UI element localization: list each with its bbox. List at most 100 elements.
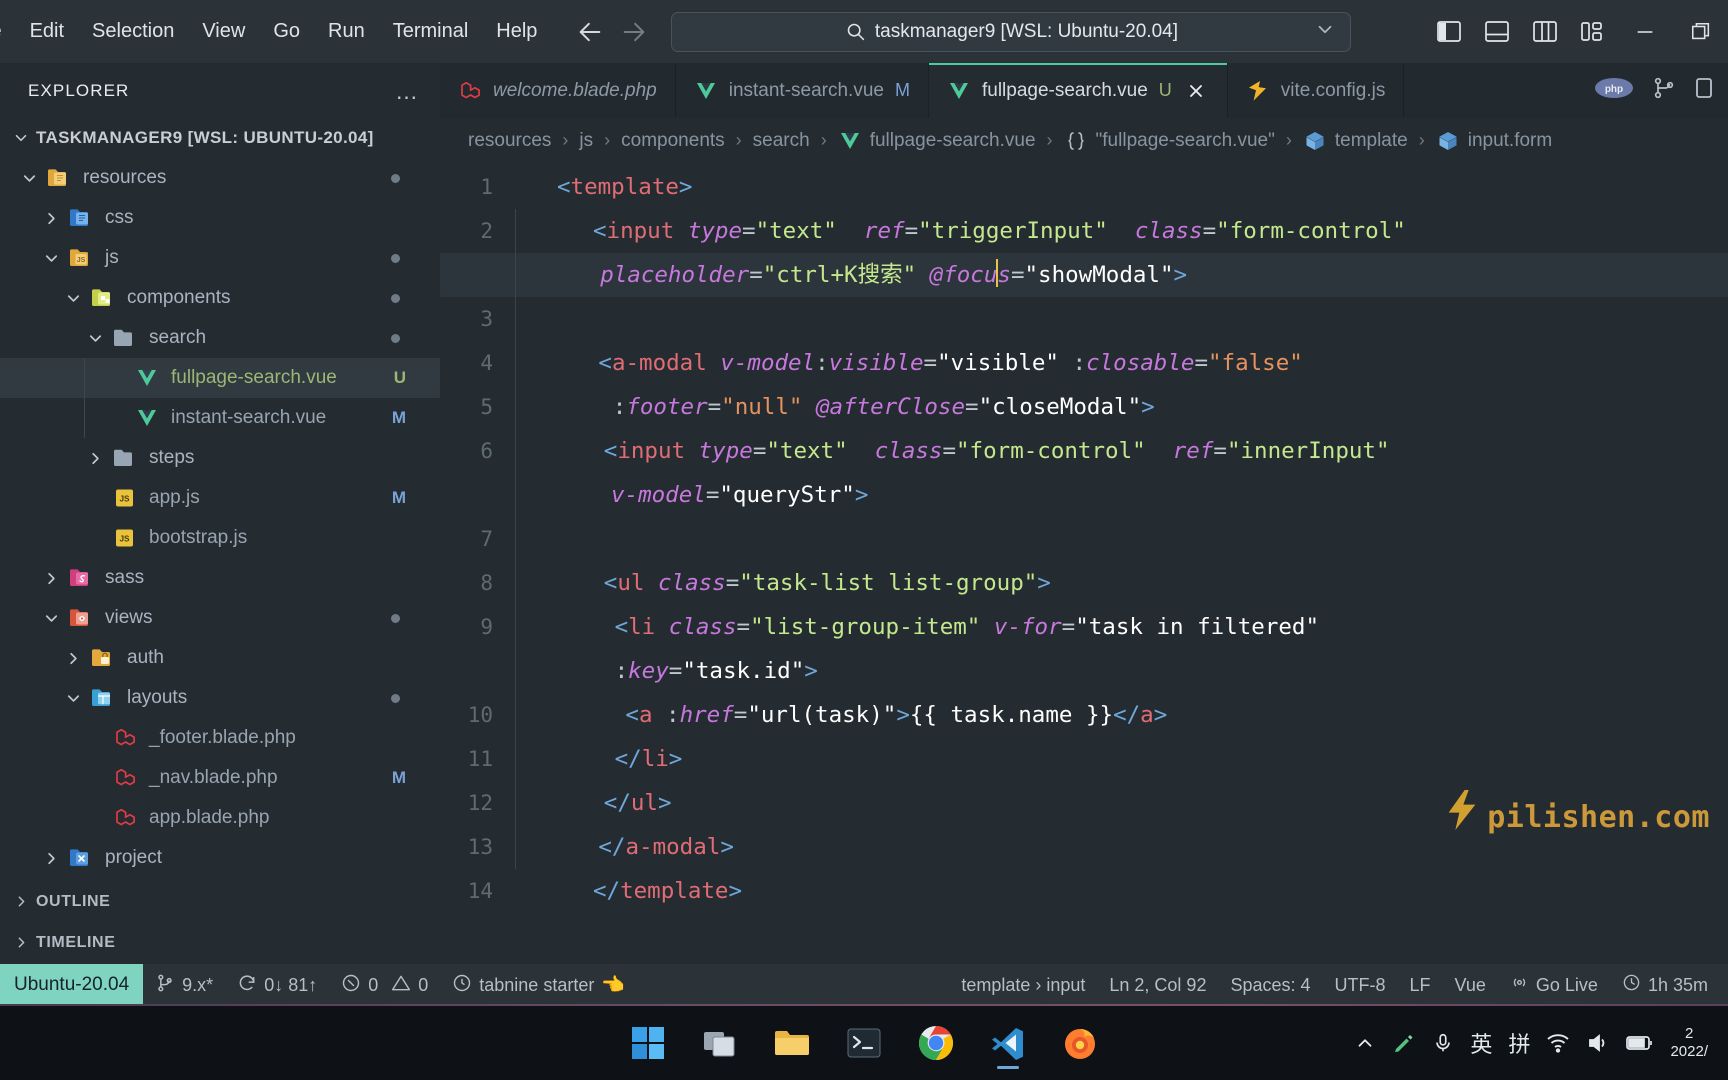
status-encoding[interactable]: UTF-8 xyxy=(1323,964,1398,1006)
status-indentation[interactable]: Spaces: 4 xyxy=(1218,964,1322,1006)
code-line-text[interactable]: </a-modal> xyxy=(515,825,1728,869)
split-editor-icon[interactable] xyxy=(1652,76,1676,105)
code-line-text[interactable]: </template> xyxy=(515,869,1728,913)
status-cursor-position[interactable]: Ln 2, Col 92 xyxy=(1097,964,1218,1006)
status-go-live[interactable]: Go Live xyxy=(1498,964,1610,1006)
breadcrumb-item[interactable]: fullpage-search.vue xyxy=(838,129,1036,153)
status-sync[interactable]: 0↓ 81↑ xyxy=(225,964,329,1006)
code-line-text[interactable]: <ul class="task-list list-group"> xyxy=(515,561,1728,605)
code-line-text[interactable] xyxy=(515,517,1728,561)
code-line-text[interactable]: :key="task.id"> xyxy=(515,649,1728,693)
breadcrumb-item[interactable]: "fullpage-search.vue" xyxy=(1064,129,1275,153)
code-editor[interactable]: 1 <template> 2 <input type="text" ref="trig… xyxy=(440,163,1728,963)
status-branch[interactable]: 9.x* xyxy=(143,964,225,1006)
sidebar-section-outline[interactable]: OUTLINE xyxy=(0,881,440,922)
editor-tab-fullpage-search-vue[interactable]: fullpage-search.vue U xyxy=(928,63,1228,118)
code-line-text[interactable]: <a :href="url(task)">{{ task.name }}</a> xyxy=(515,693,1728,737)
status-time-tracker[interactable]: 1h 35m xyxy=(1610,964,1720,1006)
code-line-text[interactable]: <a-modal v-model:visible="visible" :clos… xyxy=(515,341,1728,385)
arrow-right-icon[interactable] xyxy=(619,17,649,47)
task-view-icon[interactable] xyxy=(693,1016,747,1070)
chevron-down-icon[interactable] xyxy=(36,609,66,628)
toggle-primary-sidebar-icon[interactable] xyxy=(1434,19,1464,45)
status-editor-symbol[interactable]: template › input xyxy=(949,964,1097,1006)
chevron-up-icon[interactable] xyxy=(1354,1032,1376,1054)
tree-item-app-js[interactable]: JS app.js M xyxy=(0,478,440,518)
chevron-right-icon[interactable] xyxy=(36,209,66,228)
code-line-text[interactable] xyxy=(515,297,1728,341)
chevron-down-icon[interactable] xyxy=(80,329,110,348)
toggle-secondary-sidebar-icon[interactable] xyxy=(1530,19,1560,45)
tree-item-instant-search-vue[interactable]: instant-search.vue M xyxy=(0,398,440,438)
tree-item-footer-blade-php[interactable]: _footer.blade.php xyxy=(0,718,440,758)
menu-item-edit[interactable]: Edit xyxy=(16,14,78,49)
menu-item-selection[interactable]: Selection xyxy=(78,14,188,49)
chevron-right-icon[interactable] xyxy=(36,849,66,868)
quick-open-search[interactable]: taskmanager9 [WSL: Ubuntu-20.04] xyxy=(671,11,1352,52)
wifi-icon[interactable] xyxy=(1546,1032,1570,1054)
code-line-text[interactable]: <li class="list-group-item" v-for="task … xyxy=(515,605,1728,649)
breadcrumb-item[interactable]: search xyxy=(753,130,810,152)
chevron-down-icon[interactable] xyxy=(14,169,44,188)
tree-item-bootstrap-js[interactable]: JS bootstrap.js xyxy=(0,518,440,558)
editor-tab-instant-search-vue[interactable]: instant-search.vue M xyxy=(675,63,929,118)
menu-item-go[interactable]: Go xyxy=(259,14,314,49)
customize-layout-icon[interactable] xyxy=(1578,19,1608,45)
pen-icon[interactable] xyxy=(1392,1031,1416,1055)
code-line-text[interactable]: <input type="text" class="form-control" … xyxy=(515,429,1728,473)
chevron-right-icon[interactable] xyxy=(80,449,110,468)
tree-item-css[interactable]: css xyxy=(0,198,440,238)
volume-icon[interactable] xyxy=(1586,1032,1610,1054)
minimize-icon[interactable] xyxy=(1626,12,1664,52)
status-language-mode[interactable]: Vue xyxy=(1443,964,1498,1006)
windows-start-icon[interactable] xyxy=(621,1016,675,1070)
menu-item-view[interactable]: View xyxy=(188,14,259,49)
tree-item-project[interactable]: project xyxy=(0,838,440,878)
tree-item-search[interactable]: search xyxy=(0,318,440,358)
editor-tab-welcome-blade-php[interactable]: welcome.blade.php xyxy=(440,63,676,118)
code-line-text[interactable]: placeholder="ctrl+K搜索" @focus="showModal… xyxy=(515,253,1728,297)
arrow-left-icon[interactable] xyxy=(575,17,605,47)
ime-mode-indicator[interactable]: 拼 xyxy=(1508,1027,1530,1059)
more-actions-icon[interactable] xyxy=(1694,76,1714,105)
menu-item-le[interactable]: le xyxy=(0,14,16,49)
tree-item-nav-blade-php[interactable]: _nav.blade.php M xyxy=(0,758,440,798)
file-explorer-icon[interactable] xyxy=(765,1016,819,1070)
breadcrumb-item[interactable]: js xyxy=(579,130,593,152)
php-badge-icon[interactable]: php xyxy=(1594,77,1634,104)
sidebar-section-timeline[interactable]: TIMELINE xyxy=(0,922,440,963)
breadcrumb-item[interactable]: components xyxy=(621,130,725,152)
ime-language-indicator[interactable]: 英 xyxy=(1470,1027,1492,1059)
tree-item-fullpage-search-vue[interactable]: fullpage-search.vue U xyxy=(0,358,440,398)
editor-tab-vite-config-js[interactable]: vite.config.js xyxy=(1227,63,1405,118)
chrome-icon[interactable] xyxy=(909,1016,963,1070)
workspace-root-row[interactable]: TASKMANAGER9 [WSL: UBUNTU-20.04] xyxy=(0,118,440,158)
tree-item-steps[interactable]: steps xyxy=(0,438,440,478)
chevron-right-icon[interactable] xyxy=(58,649,88,668)
tree-item-sass[interactable]: sass xyxy=(0,558,440,598)
toggle-panel-icon[interactable] xyxy=(1482,19,1512,45)
code-line-text[interactable]: v-model="queryStr"> xyxy=(515,473,1728,517)
tree-item-views[interactable]: views xyxy=(0,598,440,638)
status-eol[interactable]: LF xyxy=(1398,964,1443,1006)
tree-item-resources[interactable]: resources xyxy=(0,158,440,198)
breadcrumb-item[interactable]: resources xyxy=(468,130,551,152)
chevron-down-icon[interactable] xyxy=(36,249,66,268)
firefox-icon[interactable] xyxy=(1053,1016,1107,1070)
terminal-icon[interactable] xyxy=(837,1016,891,1070)
code-line-text[interactable]: </li> xyxy=(515,737,1728,781)
status-problems[interactable]: 0 0 xyxy=(329,964,440,1006)
chevron-down-icon[interactable] xyxy=(58,689,88,708)
tree-item-auth[interactable]: auth xyxy=(0,638,440,678)
vscode-icon[interactable] xyxy=(981,1016,1035,1070)
more-actions-icon[interactable]: … xyxy=(395,79,418,102)
code-line-text[interactable]: :footer="null" @afterClose="closeModal"> xyxy=(515,385,1728,429)
remote-indicator[interactable]: Ubuntu-20.04 xyxy=(0,964,144,1006)
code-line-text[interactable]: <template> xyxy=(515,165,1728,209)
breadcrumb-item[interactable]: input.form xyxy=(1436,129,1552,153)
close-icon[interactable] xyxy=(1183,78,1209,104)
chevron-down-icon[interactable] xyxy=(6,129,36,147)
status-tabnine[interactable]: tabnine starter 👈 xyxy=(440,964,637,1006)
battery-icon[interactable] xyxy=(1626,1033,1654,1053)
tree-item-layouts[interactable]: layouts xyxy=(0,678,440,718)
